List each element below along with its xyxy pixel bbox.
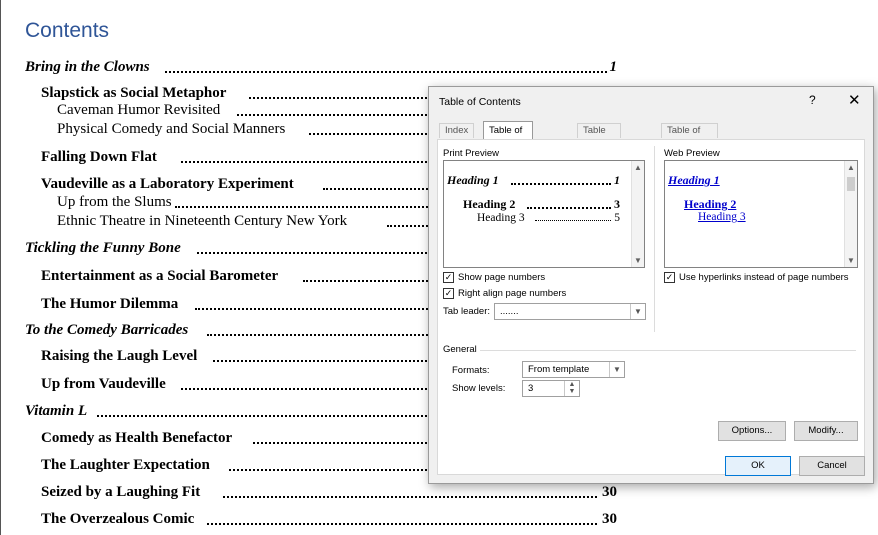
- toc-entry[interactable]: Up from the Slums: [57, 194, 431, 211]
- help-icon[interactable]: ?: [809, 93, 816, 107]
- tab-pane: Print Preview Heading 11 Heading 23 Head…: [437, 139, 865, 475]
- spinner-arrows-icon[interactable]: ▲ ▼: [564, 381, 579, 396]
- web-preview-box: Heading 1 Heading 2 Heading 3 ▲ ▼: [664, 160, 858, 268]
- toc-entry[interactable]: Ethnic Theatre in Nineteenth Century New…: [57, 213, 431, 230]
- toc-entry[interactable]: Raising the Laugh Level: [41, 348, 431, 365]
- tab-table-of-authorities[interactable]: Table of Authorities: [661, 123, 718, 150]
- scroll-down-icon[interactable]: ▼: [845, 256, 857, 265]
- general-label: General: [443, 344, 477, 355]
- tab-leader-select[interactable]: ....... ▼: [494, 303, 646, 320]
- toc-entry[interactable]: Seized by a Laughing Fit 30: [41, 484, 617, 501]
- preview-heading-1: Heading 11: [447, 173, 620, 187]
- scroll-up-icon[interactable]: ▲: [845, 163, 857, 172]
- preview-heading-2: Heading 23: [463, 197, 620, 211]
- toc-entry[interactable]: Vitamin L: [25, 403, 431, 420]
- web-heading-2[interactable]: Heading 2: [684, 197, 736, 212]
- table-of-contents-dialog: Table of Contents ? ✕ Index Table of Con…: [428, 86, 874, 484]
- toc-entry[interactable]: Slapstick as Social Metaphor: [41, 85, 431, 102]
- scroll-thumb[interactable]: [847, 177, 855, 191]
- chevron-down-icon: ▼: [609, 362, 624, 377]
- show-levels-label: Show levels:: [452, 383, 506, 394]
- options-button[interactable]: Options...: [718, 421, 786, 441]
- toc-entry[interactable]: Caveman Humor Revisited: [57, 102, 431, 119]
- toc-entry[interactable]: The Humor Dilemma: [41, 296, 431, 313]
- web-heading-3[interactable]: Heading 3: [698, 211, 746, 223]
- tab-index[interactable]: Index: [439, 123, 475, 138]
- use-hyperlinks-label: Use hyperlinks instead of page numbers: [679, 272, 849, 283]
- dialog-title: Table of Contents: [439, 96, 521, 108]
- toc-entry[interactable]: The Laughter Expectation: [41, 457, 431, 474]
- toc-entry[interactable]: Bring in the Clowns 1: [25, 59, 617, 76]
- toc-entry[interactable]: Up from Vaudeville: [41, 376, 431, 393]
- tab-leader-label: Tab leader:: [443, 306, 491, 317]
- web-preview-scrollbar[interactable]: ▲ ▼: [844, 161, 857, 267]
- general-divider: [480, 350, 856, 351]
- formats-select[interactable]: From template ▼: [522, 361, 625, 378]
- web-heading-1[interactable]: Heading 1: [668, 173, 720, 188]
- modify-button[interactable]: Modify...: [794, 421, 858, 441]
- use-hyperlinks-checkbox[interactable]: ✓: [664, 272, 675, 283]
- toc-entry[interactable]: Physical Comedy and Social Manners: [57, 121, 431, 138]
- toc-entry[interactable]: Entertainment as a Social Barometer: [41, 268, 431, 285]
- show-levels-spinner[interactable]: 3 ▲ ▼: [522, 380, 580, 397]
- tab-table-of-figures[interactable]: Table of Figures: [577, 123, 621, 164]
- print-preview-scrollbar[interactable]: ▲ ▼: [631, 161, 644, 267]
- chevron-down-icon: ▼: [630, 304, 645, 319]
- print-preview-label: Print Preview: [443, 148, 499, 159]
- toc-title: Contents: [25, 19, 110, 42]
- toc-entry[interactable]: Falling Down Flat: [41, 149, 431, 166]
- divider: [654, 146, 655, 332]
- toc-entry[interactable]: Vaudeville as a Laboratory Experiment: [41, 176, 431, 193]
- scroll-down-icon[interactable]: ▼: [632, 256, 644, 265]
- ok-button[interactable]: OK: [725, 456, 791, 476]
- toc-entry[interactable]: Tickling the Funny Bone: [25, 240, 431, 257]
- cancel-button[interactable]: Cancel: [799, 456, 865, 476]
- scroll-up-icon[interactable]: ▲: [632, 163, 644, 172]
- right-align-label: Right align page numbers: [458, 288, 567, 299]
- toc-entry[interactable]: The Overzealous Comic 30: [41, 511, 617, 528]
- print-preview-box: Heading 11 Heading 23 Heading 35 ▲ ▼: [443, 160, 645, 268]
- formats-label: Formats:: [452, 365, 490, 376]
- show-page-numbers-checkbox[interactable]: ✓: [443, 272, 454, 283]
- close-icon[interactable]: ✕: [848, 91, 861, 109]
- web-preview-label: Web Preview: [664, 148, 720, 159]
- right-align-checkbox[interactable]: ✓: [443, 288, 454, 299]
- tab-table-of-contents[interactable]: Table of Contents: [483, 121, 534, 153]
- show-page-numbers-label: Show page numbers: [458, 272, 546, 283]
- toc-entry[interactable]: To the Comedy Barricades: [25, 322, 431, 339]
- toc-entry[interactable]: Comedy as Health Benefactor: [41, 430, 431, 447]
- preview-heading-3: Heading 35: [477, 212, 620, 224]
